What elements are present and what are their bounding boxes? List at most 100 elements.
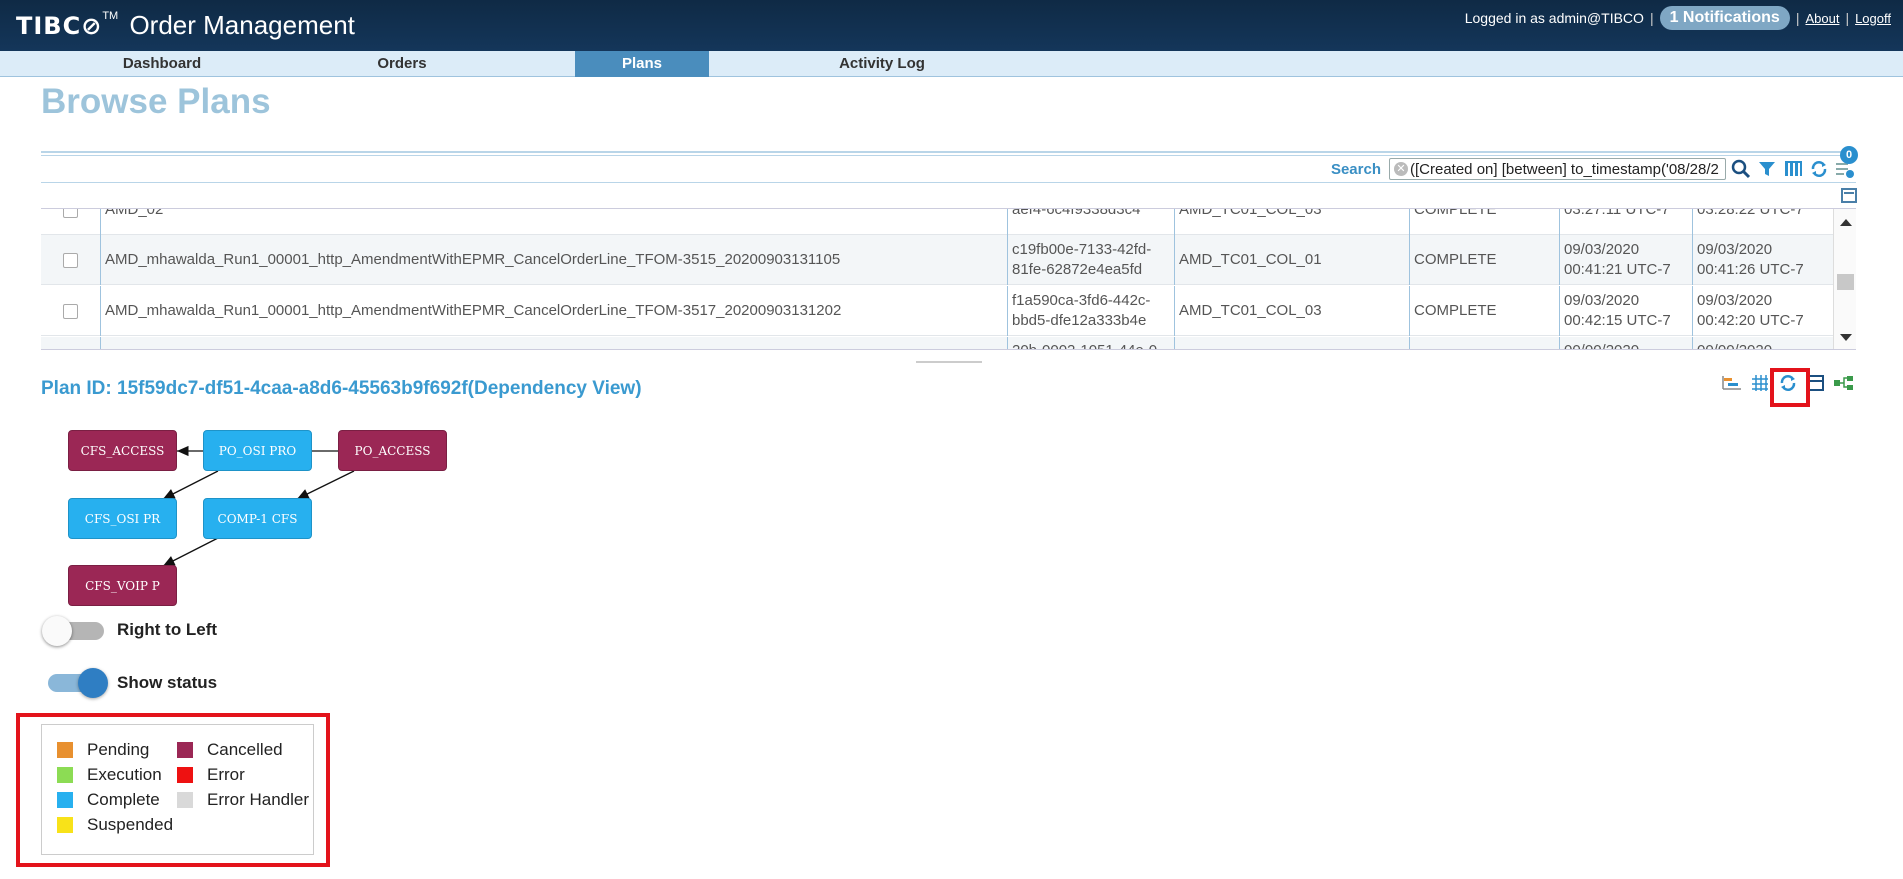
graph-node-po-osi-pro[interactable]: PO_OSI PRO — [203, 430, 312, 471]
row-checkbox[interactable] — [63, 252, 78, 268]
filter-icon[interactable] — [1756, 158, 1778, 180]
separator: | — [1845, 10, 1850, 26]
plan-type-cell: AMD_TC01_COL_01 — [1174, 235, 1409, 285]
notifications-button[interactable]: 1 Notifications — [1659, 6, 1790, 30]
legend-item-pending: Pending — [57, 740, 149, 760]
scroll-down-arrow-icon[interactable] — [1840, 334, 1852, 341]
plan-status-cell: COMPLETE — [1409, 286, 1559, 336]
legend-swatch — [57, 792, 73, 808]
search-toolbar: Search ✕ ([Created on] [between] to_time… — [1330, 146, 1858, 180]
legend-label: Cancelled — [207, 740, 283, 759]
created-on-cell: 00/00/2020 — [1559, 337, 1692, 349]
plan-id-cell: f1a590ca-3fd6-442c-bbd5-dfe12a333b4e — [1007, 286, 1174, 336]
search-label: Search — [1330, 160, 1381, 178]
plan-name-cell: AMD_mhawalda_Run1_00001_http_AmendmentWi… — [100, 286, 1007, 336]
plan-status-cell: COMPLETE — [1409, 209, 1559, 235]
legend-item-error: Error — [177, 765, 245, 785]
legend-label: Suspended — [87, 815, 174, 834]
divider — [41, 182, 1856, 183]
tab-dashboard[interactable]: Dashboard — [82, 51, 242, 77]
plan-name-cell — [100, 337, 1007, 349]
toggle-knob — [42, 616, 72, 646]
legend-label: Execution — [87, 765, 162, 784]
table-row[interactable]: AMD_mhawalda_Run1_00001_http_AmendmentWi… — [41, 286, 1833, 336]
tab-orders[interactable]: Orders — [322, 51, 482, 77]
right-to-left-toggle[interactable] — [42, 616, 104, 646]
legend-swatch — [57, 767, 73, 783]
row-checkbox[interactable] — [63, 303, 78, 319]
row-checkbox-cell — [41, 209, 100, 235]
plan-id-cell: aef4-6c4f9338d3c4 — [1007, 209, 1174, 235]
table-scrollbar[interactable] — [1833, 209, 1856, 349]
edge-po-osi-pro-to-cfs-osi-pr — [162, 470, 219, 500]
search-input[interactable]: ✕ ([Created on] [between] to_timestamp('… — [1389, 158, 1726, 180]
tab-activity-log[interactable]: Activity Log — [802, 51, 962, 77]
columns-icon[interactable] — [1782, 158, 1804, 180]
about-link[interactable]: About — [1805, 11, 1839, 26]
divider — [41, 155, 1856, 156]
hierarchy-view-icon[interactable] — [1833, 372, 1855, 394]
plan-status-cell — [1409, 337, 1559, 349]
plan-type-cell — [1174, 337, 1409, 349]
legend-item-complete: Complete — [57, 790, 160, 810]
legend-item-suspended: Suspended — [57, 815, 173, 835]
tab-plans[interactable]: Plans — [575, 51, 709, 77]
graph-node-cfs-voip-p[interactable]: CFS_VOIP P — [68, 565, 177, 606]
plan-name-cell: AMD_02 — [100, 209, 1007, 235]
separator: | — [1795, 10, 1800, 26]
clear-search-icon[interactable]: ✕ — [1394, 162, 1408, 176]
table-row[interactable]: AMD_mhawalda_Run1_00001_http_AmendmentWi… — [41, 235, 1833, 285]
top-header: TIBC⊘TM Order Management Logged in as ad… — [0, 0, 1903, 51]
graph-node-po-access[interactable]: PO_ACCESS — [338, 430, 447, 471]
edge-po-access-to-comp-1-cfs — [296, 470, 355, 500]
collapse-panel-icon[interactable] — [1841, 188, 1857, 203]
plan-status-cell: COMPLETE — [1409, 235, 1559, 285]
graph-node-cfs-osi-pr[interactable]: CFS_OSI PR — [68, 498, 177, 539]
tibco-logo: TIBC⊘ — [16, 12, 103, 40]
show-status-label: Show status — [117, 673, 218, 692]
graph-node-comp-1-cfs[interactable]: COMP-1 CFS — [203, 498, 312, 539]
scroll-thumb[interactable] — [1837, 274, 1854, 290]
grid-view-icon[interactable] — [1749, 372, 1771, 394]
logoff-link[interactable]: Logoff — [1855, 11, 1891, 26]
page-title: Browse Plans — [41, 82, 271, 121]
plan-type-cell: AMD_TC01_COL_03 — [1174, 286, 1409, 336]
brand: TIBC⊘TM Order Management — [16, 10, 355, 41]
table-row[interactable]: AMD_02 aef4-6c4f9338d3c4 AMD_TC01_COL_03… — [41, 209, 1833, 235]
legend-swatch — [177, 742, 193, 758]
created-on-cell: 09/03/2020 00:41:21 UTC-7 — [1559, 235, 1692, 285]
row-checkbox[interactable] — [63, 209, 78, 218]
plan-id-cell: 20b-0002-1051-44e-0 — [1007, 337, 1174, 349]
main-nav: Dashboard Orders Plans Activity Log — [0, 51, 1903, 77]
logged-in-text: Logged in as admin@TIBCO — [1464, 10, 1644, 26]
row-checkbox-cell — [41, 286, 100, 336]
refresh-icon[interactable] — [1808, 158, 1830, 180]
highlight-box — [1770, 368, 1810, 407]
filter-list-icon[interactable]: 0 — [1834, 146, 1858, 180]
search-icon[interactable] — [1730, 158, 1752, 180]
separator: | — [1649, 10, 1654, 26]
plan-id-title: Plan ID: 15f59dc7-df51-4caa-a8d6-45563b9… — [41, 378, 642, 399]
app-name: Order Management — [129, 10, 355, 40]
trademark: TM — [102, 10, 119, 22]
legend-label: Error Handler — [207, 790, 310, 809]
legend-swatch — [57, 817, 73, 833]
toggle-knob — [78, 668, 108, 698]
updated-on-cell: 09/03/2020 00:42:20 UTC-7 — [1692, 286, 1833, 336]
show-status-toggle[interactable] — [48, 668, 110, 698]
graph-node-cfs-access[interactable]: CFS_ACCESS — [68, 430, 177, 471]
legend-item-cancelled: Cancelled — [177, 740, 283, 760]
plan-id-cell: c19fb00e-7133-42fd-81fe-62872e4ea5fd — [1007, 235, 1174, 285]
plans-table: AMD_02 aef4-6c4f9338d3c4 AMD_TC01_COL_03… — [41, 208, 1856, 350]
resize-splitter[interactable] — [916, 361, 982, 363]
row-checkbox-cell — [41, 235, 100, 285]
table-row[interactable]: 20b-0002-1051-44e-0 00/00/2020 00/00/202… — [41, 337, 1833, 349]
user-bar: Logged in as admin@TIBCO | 1 Notificatio… — [1465, 6, 1891, 30]
updated-on-cell: 03:28:22 UTC-7 — [1692, 209, 1833, 235]
gantt-view-icon[interactable] — [1721, 372, 1743, 394]
legend-item-execution: Execution — [57, 765, 162, 785]
plan-name-cell: AMD_mhawalda_Run1_00001_http_AmendmentWi… — [100, 235, 1007, 285]
right-to-left-label: Right to Left — [117, 620, 218, 639]
edge-comp-1-cfs-to-cfs-voip-p — [162, 537, 219, 567]
scroll-up-arrow-icon[interactable] — [1840, 219, 1852, 226]
